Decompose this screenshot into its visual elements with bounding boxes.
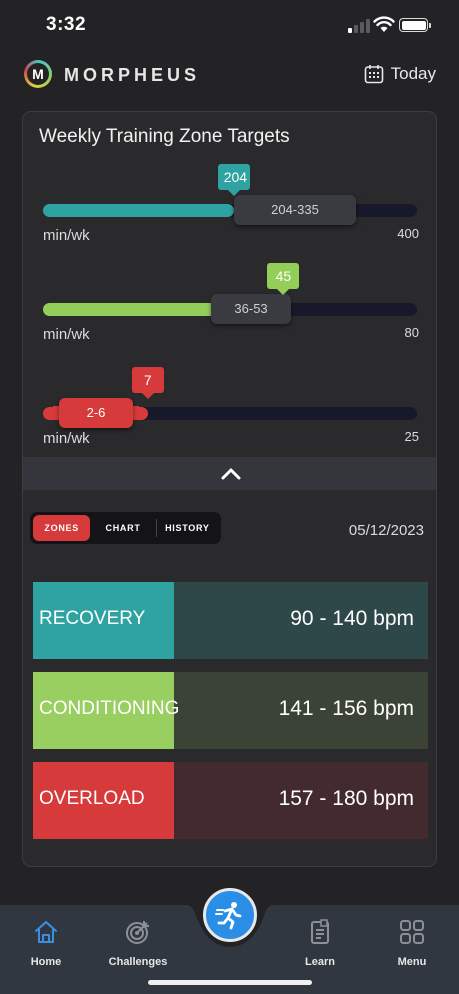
- slider-unit-label: min/wk: [43, 326, 90, 343]
- slider-max-label: 80: [404, 325, 419, 340]
- zone-bpm-range: 157 - 180 bpm: [278, 787, 414, 810]
- home-icon: [35, 921, 57, 943]
- tab-zones[interactable]: ZONES: [33, 515, 91, 541]
- slider-value-bubble: 204: [217, 164, 250, 196]
- selected-date: 05/12/2023: [348, 522, 424, 539]
- training-zone-card: Weekly Training Zone Targets 204-335 204…: [22, 111, 437, 867]
- nav-menu-label: Menu: [397, 956, 427, 968]
- nav-home[interactable]: Home: [4, 919, 88, 968]
- conditioning-target-slider[interactable]: 36-53 45 min/wk 80: [43, 263, 419, 343]
- brand-name: MORPHEUS: [64, 65, 201, 85]
- overload-target-slider[interactable]: 2-6 7 min/wk 25: [43, 367, 419, 447]
- slider-value-bubble: 45: [267, 263, 300, 295]
- zone-name: RECOVERY: [39, 608, 146, 629]
- battery-icon: [399, 18, 431, 32]
- running-person-icon: [215, 902, 242, 930]
- nav-learn[interactable]: Learn: [278, 919, 362, 968]
- app-header: M MORPHEUS Today: [0, 56, 459, 94]
- zone-name: CONDITIONING: [39, 698, 180, 719]
- slider-fill: [43, 204, 234, 217]
- today-button[interactable]: Today: [364, 62, 436, 86]
- target-icon: [126, 921, 149, 944]
- signal-icon: [348, 19, 372, 33]
- slider-range-handle[interactable]: 36-53: [211, 294, 291, 324]
- today-label: Today: [390, 64, 436, 83]
- zone-row-recovery: RECOVERY 90 - 140 bpm: [33, 582, 428, 659]
- nav-home-label: Home: [30, 956, 62, 968]
- tab-chart[interactable]: CHART: [90, 515, 155, 541]
- wifi-icon: [373, 16, 395, 32]
- zone-row-overload: OVERLOAD 157 - 180 bpm: [33, 762, 428, 839]
- zone-row-conditioning: CONDITIONING 141 - 156 bpm: [33, 672, 428, 749]
- zone-name: OVERLOAD: [39, 788, 145, 809]
- recovery-target-slider[interactable]: 204-335 204 min/wk 400: [43, 164, 419, 244]
- calendar-icon: [364, 65, 383, 84]
- view-tabs: ZONES CHART HISTORY: [30, 512, 221, 544]
- slider-unit-label: min/wk: [43, 430, 90, 447]
- status-bar: 3:32: [0, 0, 459, 50]
- slider-value-bubble: 7: [131, 367, 164, 399]
- tab-history[interactable]: HISTORY: [157, 515, 218, 541]
- nav-menu[interactable]: Menu: [370, 919, 454, 968]
- nav-challenges-label: Challenges: [108, 956, 168, 968]
- home-indicator: [148, 980, 312, 985]
- nav-challenges[interactable]: Challenges: [96, 919, 180, 968]
- book-icon: [311, 919, 329, 944]
- collapse-targets-button[interactable]: [23, 457, 436, 490]
- slider-max-label: 25: [404, 429, 419, 444]
- status-time: 3:32: [46, 14, 87, 35]
- slider-range-handle[interactable]: 2-6: [59, 398, 133, 428]
- card-title: Weekly Training Zone Targets: [39, 126, 290, 147]
- slider-unit-label: min/wk: [43, 227, 90, 244]
- zone-bpm-range: 141 - 156 bpm: [278, 697, 414, 720]
- grid-icon: [400, 920, 424, 944]
- zone-bpm-range: 90 - 140 bpm: [290, 607, 414, 630]
- start-workout-button[interactable]: [203, 888, 257, 942]
- logo: M: [24, 60, 52, 88]
- slider-range-handle[interactable]: 204-335: [233, 195, 357, 225]
- nav-learn-label: Learn: [305, 956, 335, 968]
- chevron-up-icon: [221, 468, 241, 480]
- slider-max-label: 400: [397, 226, 419, 241]
